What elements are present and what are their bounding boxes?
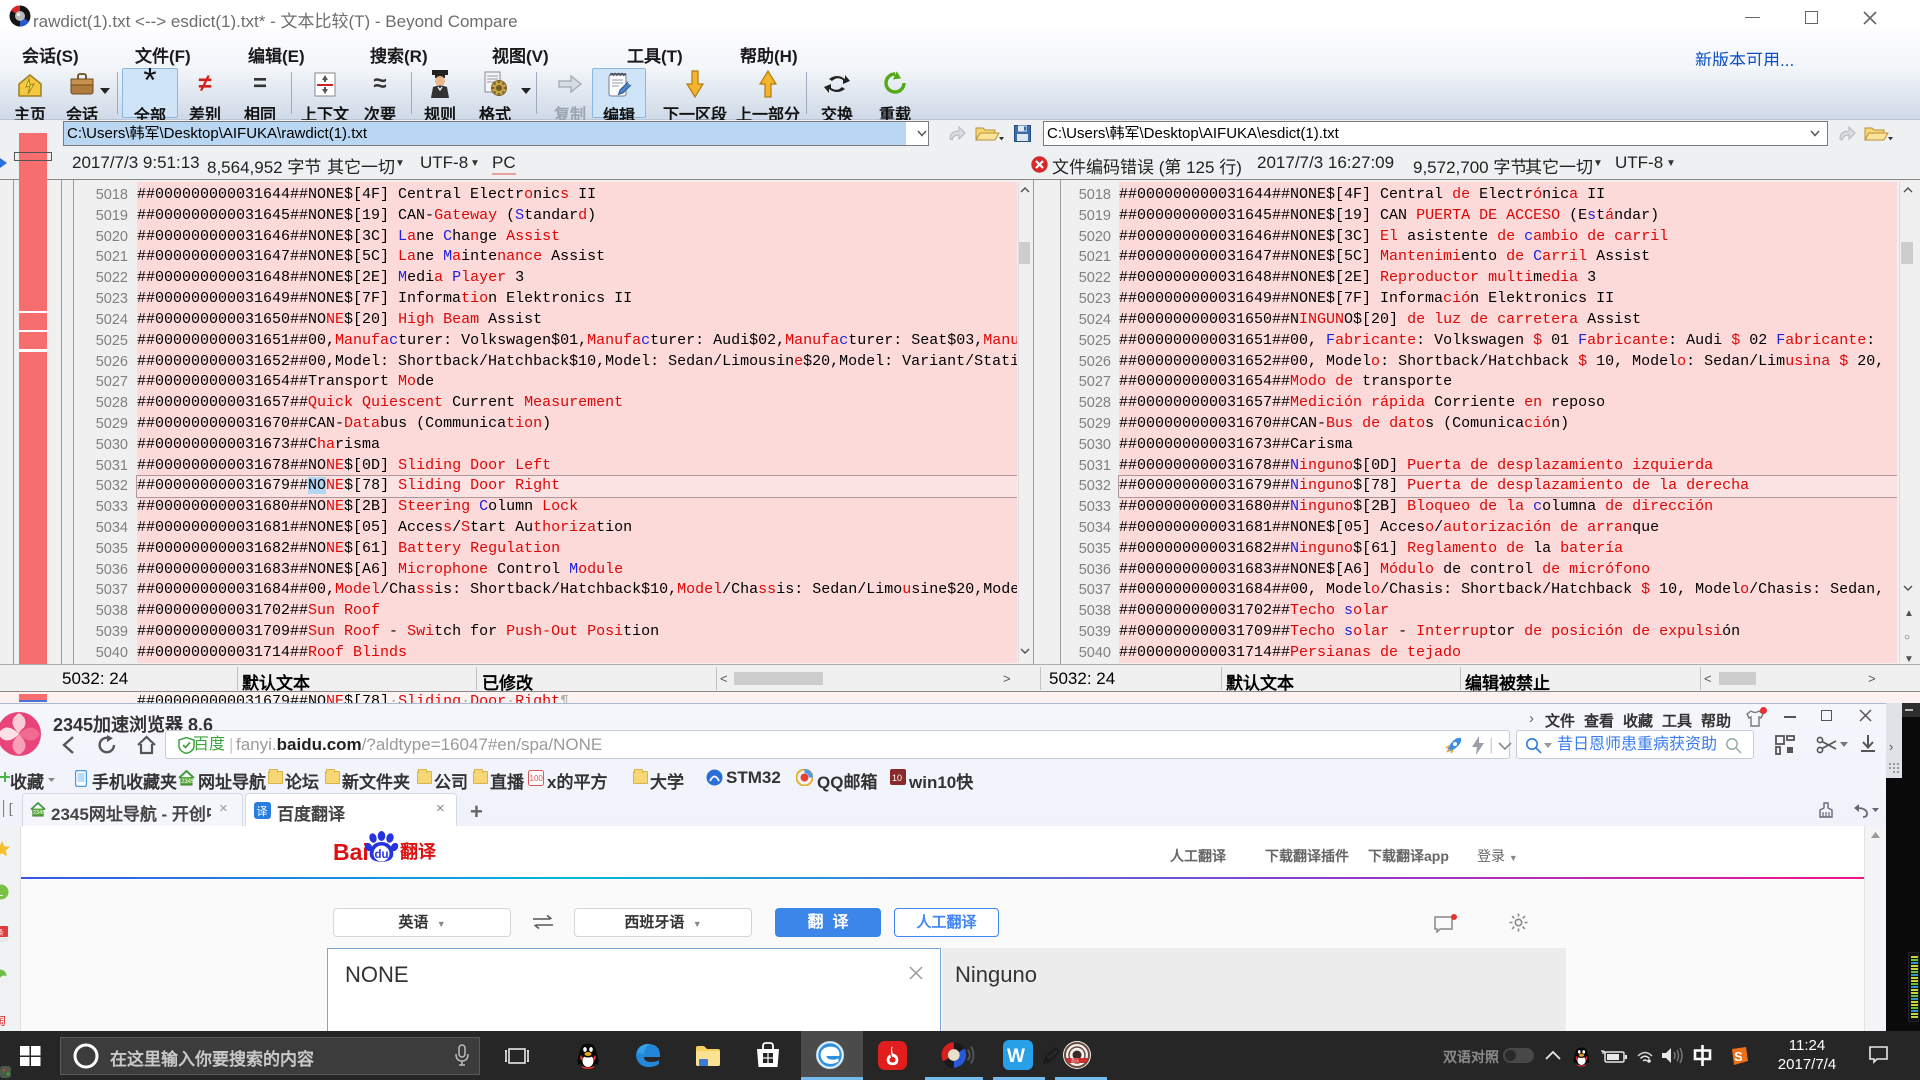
svg-text:淘: 淘 [0, 1013, 6, 1028]
svg-text:L: L [0, 887, 3, 899]
svg-text:2345: 2345 [33, 810, 45, 816]
svg-text:10: 10 [892, 773, 902, 783]
svg-text:W: W [1007, 1046, 1025, 1067]
svg-text:Bai: Bai [333, 839, 369, 865]
svg-text:S: S [1734, 1049, 1743, 1064]
svg-text:2345: 2345 [181, 779, 195, 785]
svg-text:条: 条 [0, 927, 4, 937]
svg-text:du: du [375, 849, 389, 861]
svg-text:译: 译 [257, 805, 268, 818]
svg-text:100: 100 [530, 774, 544, 783]
svg-text:音乐: 音乐 [1071, 1057, 1079, 1063]
svg-text:翻译: 翻译 [400, 841, 437, 862]
